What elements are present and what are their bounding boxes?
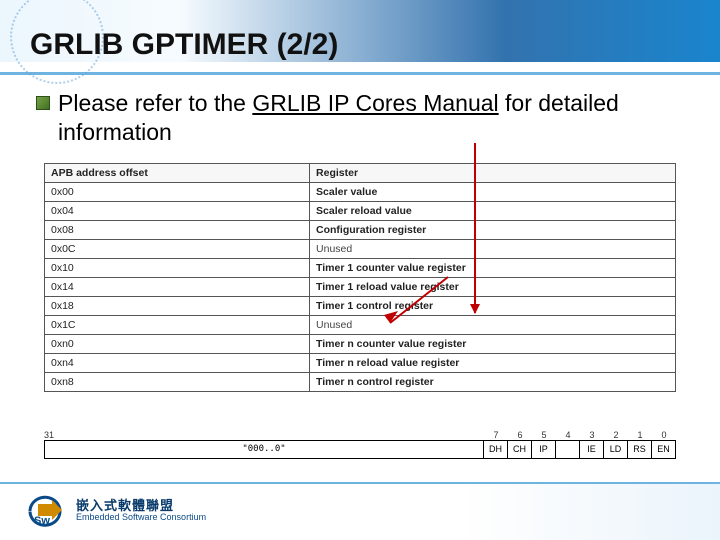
bit-number: 1 bbox=[628, 430, 652, 440]
bitfield-table: "000..0"DHCHIP IELDRSEN bbox=[44, 440, 676, 459]
cell-offset: 0x14 bbox=[45, 277, 310, 296]
table-row: 0x14Timer 1 reload value register bbox=[45, 277, 676, 296]
bit-number: 2 bbox=[604, 430, 628, 440]
bitfield-cell-ip: IP bbox=[532, 440, 556, 458]
table-row: 0x1CUnused bbox=[45, 315, 676, 334]
cell-offset: 0x1C bbox=[45, 315, 310, 334]
cell-register: Timer n reload value register bbox=[310, 353, 676, 372]
logo-text: 嵌入式軟體聯盟 Embedded Software Consortium bbox=[76, 499, 206, 522]
bit-number: 4 bbox=[556, 430, 580, 440]
table-row: 0xn0Timer n counter value register bbox=[45, 334, 676, 353]
content-area: Please refer to the GRLIB IP Cores Manua… bbox=[0, 75, 720, 459]
svg-text:Sw: Sw bbox=[34, 515, 50, 527]
cell-offset: 0x08 bbox=[45, 220, 310, 239]
bitfield-cell-empty bbox=[556, 440, 580, 458]
register-table-wrap: APB address offset Register 0x00Scaler v… bbox=[44, 163, 676, 392]
table-row: 0x0CUnused bbox=[45, 239, 676, 258]
cell-register: Timer n control register bbox=[310, 372, 676, 391]
footer: Sw 嵌入式軟體聯盟 Embedded Software Consortium bbox=[0, 482, 720, 540]
bullet-item: Please refer to the GRLIB IP Cores Manua… bbox=[36, 89, 684, 147]
bit-number-msb: 31 bbox=[44, 430, 484, 440]
bullet-icon bbox=[36, 96, 50, 110]
cell-register: Unused bbox=[310, 239, 676, 258]
bit-number: 7 bbox=[484, 430, 508, 440]
bit-number: 0 bbox=[652, 430, 676, 440]
col-header-offset: APB address offset bbox=[45, 163, 310, 182]
logo-text-zh: 嵌入式軟體聯盟 bbox=[76, 499, 206, 513]
col-header-register: Register bbox=[310, 163, 676, 182]
arrow-diagonal bbox=[380, 273, 460, 335]
footer-divider bbox=[0, 482, 720, 484]
bitfield-cell-ie: IE bbox=[580, 440, 604, 458]
cell-offset: 0xn8 bbox=[45, 372, 310, 391]
cell-offset: 0xn4 bbox=[45, 353, 310, 372]
table-row: 0x10Timer 1 counter value register bbox=[45, 258, 676, 277]
cell-register: Configuration register bbox=[310, 220, 676, 239]
table-row: 0xn4Timer n reload value register bbox=[45, 353, 676, 372]
footer-logo: Sw 嵌入式軟體聯盟 Embedded Software Consortium bbox=[28, 494, 206, 528]
bitfield-cell-en: EN bbox=[652, 440, 676, 458]
table-row: 0x00Scaler value bbox=[45, 182, 676, 201]
cell-register: Timer 1 control register bbox=[310, 296, 676, 315]
cell-register: Scaler value bbox=[310, 182, 676, 201]
bitfield-cell-rs: RS bbox=[628, 440, 652, 458]
cell-offset: 0x00 bbox=[45, 182, 310, 201]
table-row: 0xn8Timer n control register bbox=[45, 372, 676, 391]
cell-register: Unused bbox=[310, 315, 676, 334]
bullet-text-before: Please refer to the bbox=[58, 90, 252, 116]
bitfield-cell-dh: DH bbox=[484, 440, 508, 458]
register-table: APB address offset Register 0x00Scaler v… bbox=[44, 163, 676, 392]
cell-register: Timer 1 counter value register bbox=[310, 258, 676, 277]
bitfield-reserved: "000..0" bbox=[45, 440, 484, 458]
bullet-text: Please refer to the GRLIB IP Cores Manua… bbox=[58, 89, 684, 147]
table-row: 0x04Scaler reload value bbox=[45, 201, 676, 220]
bitfield-diagram: 31 76543210 "000..0"DHCHIP IELDRSEN bbox=[44, 430, 676, 459]
cell-offset: 0x04 bbox=[45, 201, 310, 220]
cell-offset: 0x18 bbox=[45, 296, 310, 315]
bit-number: 5 bbox=[532, 430, 556, 440]
slide-title: GRLIB GPTIMER (2/2) bbox=[0, 0, 720, 68]
table-row: 0x18Timer 1 control register bbox=[45, 296, 676, 315]
bit-number: 3 bbox=[580, 430, 604, 440]
bitfield-cell-ch: CH bbox=[508, 440, 532, 458]
logo-text-en: Embedded Software Consortium bbox=[76, 513, 206, 522]
logo-mark: Sw bbox=[28, 494, 68, 528]
cell-offset: 0x10 bbox=[45, 258, 310, 277]
cell-register: Scaler reload value bbox=[310, 201, 676, 220]
cell-offset: 0xn0 bbox=[45, 334, 310, 353]
bullet-link[interactable]: GRLIB IP Cores Manual bbox=[252, 90, 498, 116]
table-row: 0x08Configuration register bbox=[45, 220, 676, 239]
cell-offset: 0x0C bbox=[45, 239, 310, 258]
bit-number: 6 bbox=[508, 430, 532, 440]
bitfield-cell-ld: LD bbox=[604, 440, 628, 458]
cell-register: Timer n counter value register bbox=[310, 334, 676, 353]
cell-register: Timer 1 reload value register bbox=[310, 277, 676, 296]
